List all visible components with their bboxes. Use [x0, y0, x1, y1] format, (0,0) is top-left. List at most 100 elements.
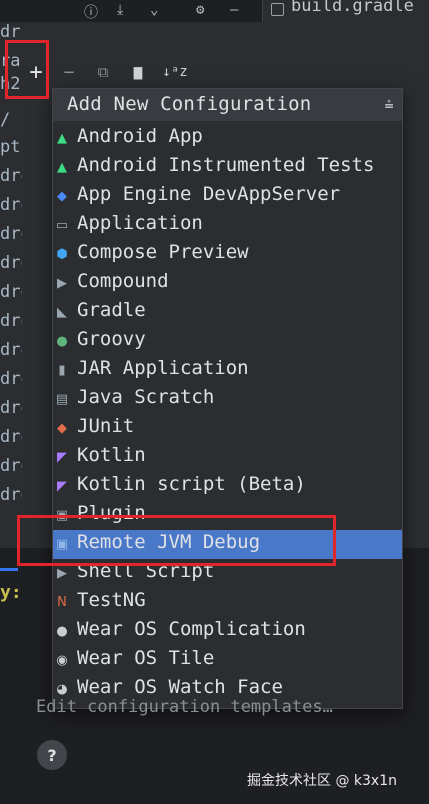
config-item-compose-preview[interactable]: ⬢ Compose Preview — [53, 240, 402, 269]
config-item-testng[interactable]: N TestNG — [53, 588, 402, 617]
code-fragment: dro — [0, 427, 22, 447]
compose-preview-icon: ⬢ — [56, 246, 68, 262]
code-fragment: / — [0, 110, 11, 130]
code-fragment: dro — [0, 311, 22, 331]
config-item-label: Groovy — [77, 328, 146, 350]
config-item-label: Android Instrumented Tests — [77, 154, 375, 176]
sort-icon[interactable]: ↓ᵃz — [162, 58, 188, 86]
copy-icon[interactable]: ⧉ — [92, 58, 114, 86]
gradle-file-icon — [271, 3, 284, 16]
config-item-wear-os-complication[interactable]: ● Wear OS Complication — [53, 617, 402, 646]
config-item-kotlin[interactable]: ◤ Kotlin — [53, 443, 402, 472]
config-item-plugin[interactable]: ▣ Plugin — [53, 501, 402, 530]
config-item-label: Remote JVM Debug — [77, 531, 261, 553]
config-item-label: Kotlin script (Beta) — [77, 473, 306, 495]
new-folder-icon[interactable]: ▆ — [126, 58, 150, 86]
junit-icon: ◆ — [57, 420, 67, 436]
code-fragment: dro — [0, 224, 22, 244]
plugin-icon: ▣ — [55, 507, 69, 523]
code-fragment: dro — [0, 398, 22, 418]
code-fragment: dro — [0, 369, 22, 389]
groovy-icon: ● — [56, 333, 68, 349]
testng-icon: N — [57, 594, 67, 610]
config-item-label: App Engine DevAppServer — [77, 183, 341, 205]
config-item-label: JUnit — [77, 415, 135, 437]
config-item-gradle[interactable]: ◣ Gradle — [53, 298, 402, 327]
remove-icon[interactable]: − — [58, 58, 80, 86]
jar-icon: ▮ — [58, 362, 66, 378]
config-item-remote-jvm-debug[interactable]: ▣ Remote JVM Debug — [53, 530, 402, 559]
config-item-junit[interactable]: ◆ JUnit — [53, 414, 402, 443]
code-fragment: dro — [0, 456, 22, 476]
edit-templates-link[interactable]: Edit configuration templates… — [36, 697, 333, 717]
config-item-jar-application[interactable]: ▮ JAR Application — [53, 356, 402, 385]
config-item-compound[interactable]: ▶ Compound — [53, 269, 402, 298]
config-item-label: Kotlin — [77, 444, 146, 466]
config-item-label: JAR Application — [77, 357, 249, 379]
editor-tab[interactable]: build.gradle — [262, 0, 429, 22]
gradle-icon: ◣ — [57, 304, 67, 320]
code-fragment: dro — [0, 340, 22, 360]
active-tab-indicator — [0, 568, 18, 571]
app-engine-icon: ◆ — [57, 188, 67, 204]
config-item-label: Shell Script — [77, 560, 215, 582]
config-item-label: Wear OS Tile — [77, 647, 215, 669]
kotlin-script-icon: ◤ — [57, 478, 67, 494]
config-item-label: Android App — [77, 125, 203, 147]
config-item-label: Gradle — [77, 299, 146, 321]
android-test-icon: ▲ — [57, 159, 67, 175]
code-fragment: dro — [0, 282, 22, 302]
popup-title: Add New Configuration — [67, 93, 312, 115]
info-icon[interactable]: ⓘ — [84, 2, 98, 22]
code-fragment: dro — [0, 166, 22, 186]
config-item-label: Plugin — [77, 502, 146, 524]
config-item-groovy[interactable]: ● Groovy — [53, 327, 402, 356]
code-fragment: ra — [0, 51, 21, 71]
code-fragment: dro — [0, 485, 22, 505]
config-item-android-app[interactable]: ▲ Android App — [53, 124, 402, 153]
minimize-icon[interactable]: — — [230, 2, 238, 18]
config-item-android-instrumented-tests[interactable]: ▲ Android Instrumented Tests — [53, 153, 402, 182]
application-icon: ▭ — [55, 217, 69, 233]
code-fragment: y: — [0, 582, 22, 603]
editor-gutter: dr ra h2 / pt dro dro dro dro dro dro dr… — [0, 22, 22, 542]
chevron-down-icon[interactable]: ⌄ — [150, 2, 158, 18]
code-fragment: dro — [0, 253, 22, 273]
config-item-label: Java Scratch — [77, 386, 215, 408]
config-item-label: Wear OS Complication — [77, 618, 306, 640]
top-toolbar: ⓘ ⤓ ⌄ ⚙ — build.gradle — [0, 0, 429, 22]
run-config-toolbar: + − ⧉ ▆ ↓ᵃz — [22, 58, 429, 88]
config-item-shell-script[interactable]: ▶ Shell Script — [53, 559, 402, 588]
android-icon: ▲ — [57, 130, 67, 146]
watermark: 掘金技术社区 @ k3x1n — [247, 773, 397, 789]
add-configuration-popup: Add New Configuration ⩮ ▲ Android App ▲ And… — [52, 88, 403, 709]
code-fragment: pt — [0, 137, 21, 157]
java-scratch-icon: ▤ — [55, 391, 69, 407]
config-item-label: Compose Preview — [77, 241, 249, 263]
config-item-application[interactable]: ▭ Application — [53, 211, 402, 240]
config-item-app-engine-devappserver[interactable]: ◆ App Engine DevAppServer — [53, 182, 402, 211]
add-icon[interactable]: + — [24, 58, 48, 86]
shell-script-icon: ▶ — [57, 565, 67, 581]
remote-debug-icon: ▣ — [55, 536, 69, 552]
gear-icon[interactable]: ⚙ — [196, 2, 204, 18]
code-fragment: dro — [0, 195, 22, 215]
wear-tile-icon: ◉ — [56, 652, 68, 668]
config-item-label: Application — [77, 212, 203, 234]
wear-complication-icon: ● — [56, 623, 68, 639]
config-item-label: Wear OS Watch Face — [77, 676, 283, 698]
config-item-java-scratch[interactable]: ▤ Java Scratch — [53, 385, 402, 414]
wear-watchface-icon: ◕ — [56, 681, 68, 697]
code-fragment: h2 — [0, 74, 21, 94]
config-item-label: TestNG — [77, 589, 146, 611]
config-item-wear-os-tile[interactable]: ◉ Wear OS Tile — [53, 646, 402, 675]
download-icon[interactable]: ⤓ — [117, 2, 123, 18]
help-button[interactable]: ? — [37, 740, 67, 770]
config-item-label: Compound — [77, 270, 169, 292]
kotlin-icon: ◤ — [57, 449, 67, 465]
editor-tab-label: build.gradle — [291, 0, 414, 16]
collapse-icon[interactable]: ⩮ — [380, 95, 398, 114]
popup-header: Add New Configuration ⩮ — [53, 89, 402, 121]
config-item-kotlin-script-beta[interactable]: ◤ Kotlin script (Beta) — [53, 472, 402, 501]
code-fragment: dr — [0, 22, 21, 42]
